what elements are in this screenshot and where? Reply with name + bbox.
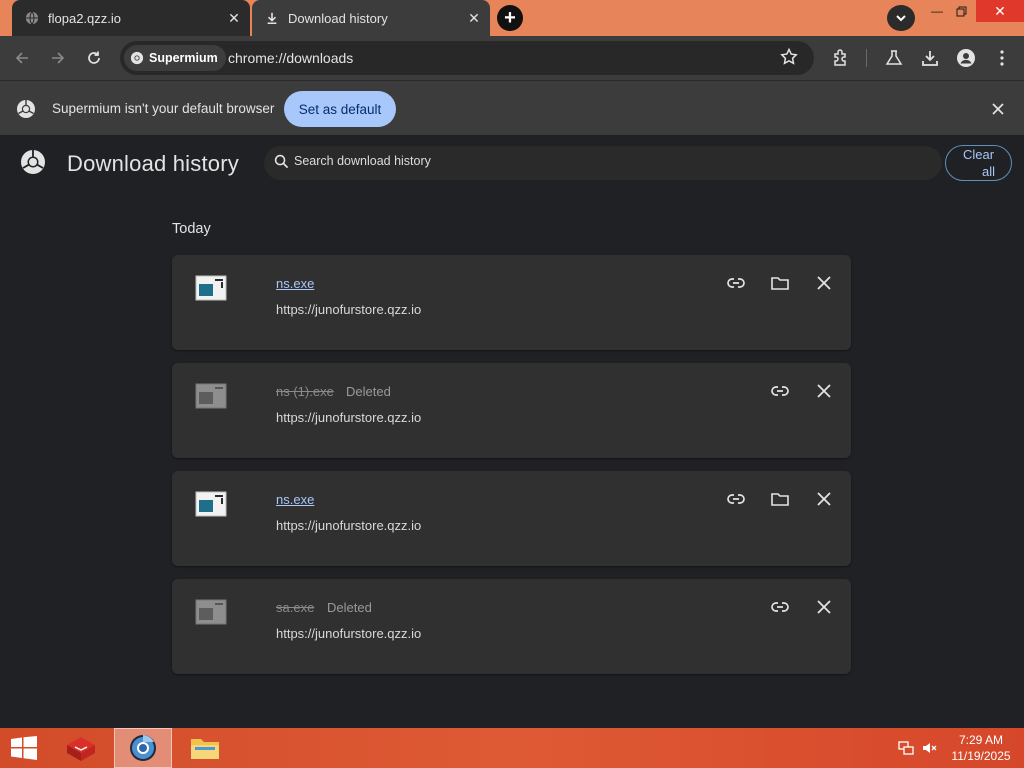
download-item: ns (1).exe Deleted https://junofurstore.…: [172, 363, 851, 458]
profile-icon[interactable]: [954, 46, 978, 70]
remove-item-close-icon[interactable]: [812, 595, 836, 619]
clear-all-button[interactable]: Clear all: [945, 145, 1012, 181]
red-box-app-icon: [67, 737, 95, 761]
network-icon[interactable]: [896, 728, 916, 768]
taskbar-file-explorer[interactable]: [182, 728, 228, 768]
tab-download-history[interactable]: Download history ✕: [252, 0, 490, 36]
url-text[interactable]: chrome://downloads: [228, 50, 353, 66]
tab-flopa2[interactable]: flopa2.qzz.io ✕: [12, 0, 250, 36]
arrow-left-icon: [15, 52, 28, 64]
window-close-button[interactable]: ✕: [976, 0, 1024, 22]
remove-item-close-icon[interactable]: [812, 379, 836, 403]
back-button[interactable]: [10, 46, 34, 70]
download-item: sa.exe Deleted https://junofurstore.qzz.…: [172, 579, 851, 674]
forward-button[interactable]: [46, 46, 70, 70]
download-status: Deleted: [327, 600, 372, 615]
new-tab-button[interactable]: +: [497, 5, 523, 31]
downloads-page: Download history Clear all Today ns.exe …: [0, 135, 1024, 728]
tab-title: flopa2.qzz.io: [48, 10, 121, 26]
reload-icon: [88, 51, 100, 64]
exe-file-icon: [195, 383, 227, 411]
supermium-browser-icon: [130, 735, 156, 761]
taskbar: 7:29 AM 11/19/2025: [0, 728, 1024, 768]
labs-flask-icon[interactable]: [882, 46, 906, 70]
show-in-folder-icon[interactable]: [768, 271, 792, 295]
copy-link-icon[interactable]: [724, 271, 748, 295]
clear-all-label-line1: Clear: [962, 147, 995, 162]
clock-date: 11/19/2025: [951, 749, 1011, 763]
show-in-folder-icon[interactable]: [768, 487, 792, 511]
clear-all-label-line2: all: [981, 164, 995, 179]
download-filename: sa.exe: [276, 600, 315, 615]
remove-item-close-icon[interactable]: [812, 487, 836, 511]
download-item: ns.exe https://junofurstore.qzz.io: [172, 255, 851, 350]
extensions-icon[interactable]: [829, 46, 853, 70]
chevron-down-icon: [896, 15, 906, 22]
supermium-logo-icon: [130, 51, 144, 65]
download-filename-link[interactable]: ns.exe: [276, 492, 314, 507]
download-source-url: https://junofurstore.qzz.io: [276, 410, 422, 425]
copy-link-icon[interactable]: [768, 595, 792, 619]
supermium-logo-icon: [20, 149, 46, 180]
clock-time: 7:29 AM: [958, 733, 1004, 747]
toolbar-separator: [866, 49, 867, 67]
chip-label: Supermium: [149, 51, 218, 65]
maximize-button[interactable]: [946, 0, 976, 22]
supermium-logo-icon: [16, 99, 36, 124]
download-icon: [264, 10, 280, 26]
download-status: Deleted: [346, 384, 391, 399]
page-title: Download history: [67, 151, 239, 176]
infobar-message: Supermium isn't your default browser: [52, 101, 275, 116]
system-clock[interactable]: 7:29 AM 11/19/2025: [948, 732, 1014, 764]
download-filename-link[interactable]: ns.exe: [276, 276, 314, 291]
close-icon[interactable]: [988, 99, 1008, 119]
site-info-chip[interactable]: Supermium: [124, 45, 226, 71]
remove-item-close-icon[interactable]: [812, 271, 836, 295]
reload-button[interactable]: [82, 46, 106, 70]
tab-title: Download history: [288, 10, 388, 26]
menu-kebab-icon[interactable]: [990, 46, 1014, 70]
exe-file-icon: [195, 491, 227, 519]
taskbar-browser-active[interactable]: [114, 728, 172, 768]
download-source-url: https://junofurstore.qzz.io: [276, 518, 422, 533]
close-tab-icon[interactable]: ✕: [224, 8, 244, 28]
downloads-toolbar-icon[interactable]: [918, 46, 942, 70]
date-section-label: Today: [172, 221, 211, 237]
default-browser-infobar: Supermium isn't your default browser Set…: [0, 80, 1024, 135]
globe-icon: [24, 10, 40, 26]
close-tab-icon[interactable]: ✕: [464, 8, 484, 28]
bookmark-star-icon[interactable]: [779, 47, 799, 72]
arrow-right-icon: [52, 52, 65, 64]
download-source-url: https://junofurstore.qzz.io: [276, 626, 422, 641]
search-icon: [274, 154, 289, 174]
exe-file-icon: [195, 599, 227, 627]
taskbar-app-red[interactable]: [58, 728, 104, 768]
download-source-url: https://junofurstore.qzz.io: [276, 302, 422, 317]
copy-link-icon[interactable]: [768, 379, 792, 403]
download-filename: ns (1).exe: [276, 384, 334, 399]
search-input[interactable]: [294, 154, 894, 168]
exe-file-icon: [195, 275, 227, 303]
download-item: ns.exe https://junofurstore.qzz.io: [172, 471, 851, 566]
windows-logo-icon: [11, 736, 37, 760]
tab-search-button[interactable]: [887, 5, 915, 31]
folder-icon: [191, 739, 219, 759]
copy-link-icon[interactable]: [724, 487, 748, 511]
start-button[interactable]: [4, 728, 44, 768]
set-as-default-button[interactable]: Set as default: [284, 91, 396, 127]
volume-muted-icon[interactable]: [920, 728, 940, 768]
restore-icon: [956, 6, 966, 16]
